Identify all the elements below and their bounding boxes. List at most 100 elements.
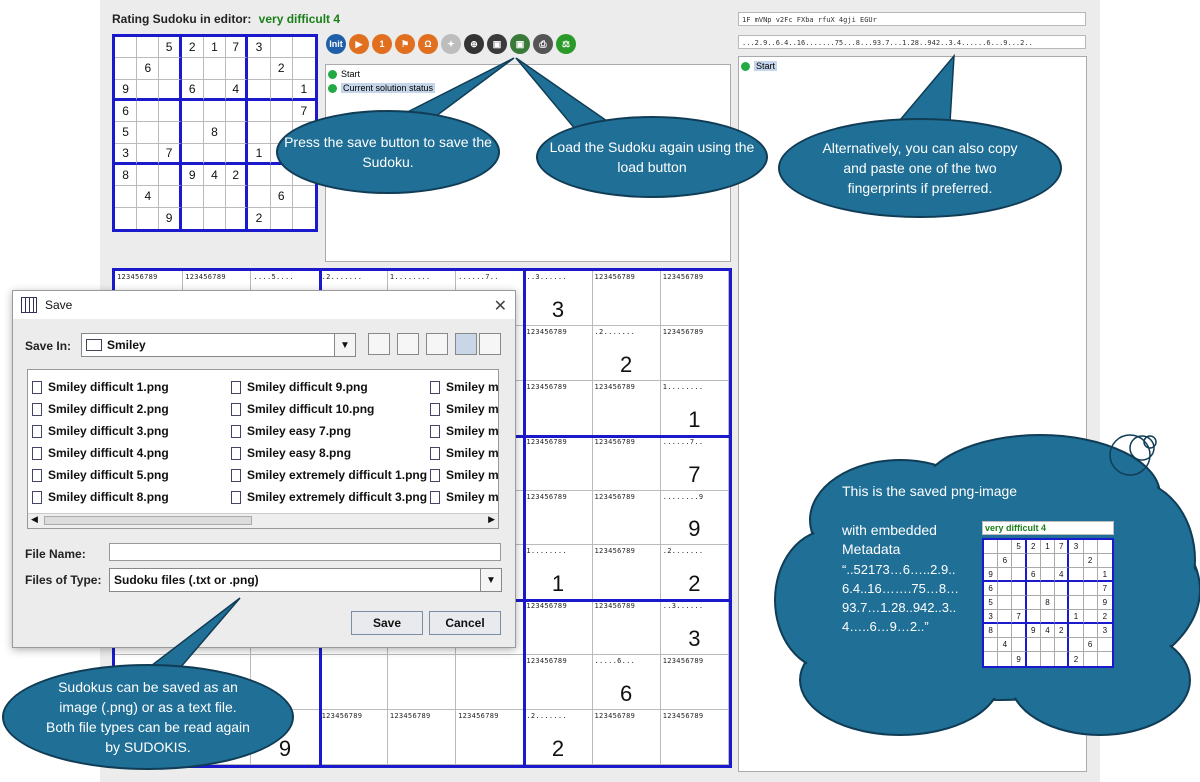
home-button[interactable] <box>397 333 419 355</box>
candidate-cell[interactable]: 123456789 <box>319 710 388 765</box>
editor-cell[interactable] <box>137 37 160 59</box>
scroll-left-icon[interactable]: ◀ <box>31 514 38 525</box>
new-folder-button[interactable] <box>426 333 448 355</box>
editor-cell[interactable] <box>115 37 138 59</box>
file-item[interactable]: Smiley difficult 2.png <box>32 398 169 420</box>
editor-cell[interactable]: 2 <box>270 58 293 80</box>
editor-cell[interactable] <box>248 79 271 101</box>
editor-cell[interactable] <box>203 58 227 80</box>
editor-cell[interactable] <box>181 143 204 165</box>
file-item[interactable]: Smiley difficult 4.png <box>32 442 169 464</box>
editor-cell[interactable] <box>115 58 138 80</box>
candidate-cell[interactable]: 1........ 1 <box>660 380 729 436</box>
editor-cell[interactable] <box>226 186 249 208</box>
file-item[interactable]: Smiley difficult 3.png <box>32 420 169 442</box>
editor-cell[interactable] <box>181 101 204 123</box>
editor-cell[interactable] <box>137 122 160 144</box>
chevron-down-icon[interactable]: ▼ <box>480 569 501 591</box>
editor-cell[interactable]: 4 <box>203 165 227 187</box>
file-item[interactable]: Smiley extremely difficult 1.png <box>231 464 427 486</box>
candidate-cell[interactable]: 1........ 1 <box>524 545 593 601</box>
candidate-cell[interactable]: 123456789 <box>524 325 593 381</box>
fingerprint-tree-item[interactable]: Start <box>739 59 1086 73</box>
file-item[interactable]: Smiley me <box>430 420 498 442</box>
editor-cell[interactable] <box>181 58 204 80</box>
editor-cell[interactable]: 9 <box>181 165 204 187</box>
file-type-combo[interactable]: Sudoku files (.txt or .png) ▼ <box>109 568 502 592</box>
file-name-input[interactable] <box>109 543 501 561</box>
candidate-cell[interactable]: .2....... 2 <box>524 710 593 765</box>
candidate-cell[interactable] <box>319 655 388 711</box>
file-list[interactable]: Smiley me Smiley me Smiley me Smiley me Smil… <box>27 369 499 529</box>
editor-cell[interactable] <box>159 79 182 101</box>
editor-cell[interactable] <box>137 165 160 187</box>
candidate-cell[interactable]: 123456789 <box>592 545 661 601</box>
editor-cell[interactable] <box>181 122 204 144</box>
editor-cell[interactable] <box>203 101 227 123</box>
editor-cell[interactable] <box>226 122 249 144</box>
editor-cell[interactable] <box>270 101 293 123</box>
editor-cell[interactable] <box>159 122 182 144</box>
editor-cell[interactable] <box>204 207 227 229</box>
editor-cell[interactable]: 2 <box>181 37 204 59</box>
editor-cell[interactable] <box>226 101 249 123</box>
init-icon[interactable]: Init <box>326 34 346 54</box>
print-icon[interactable]: ⎙ <box>533 34 553 54</box>
editor-cell[interactable] <box>137 207 160 229</box>
candidate-cell[interactable]: 123456789 <box>660 655 729 711</box>
editor-cell[interactable] <box>181 186 204 208</box>
list-view-button[interactable] <box>455 333 477 355</box>
editor-cell[interactable] <box>159 186 182 208</box>
candidate-cell[interactable]: 123456789 <box>592 380 661 436</box>
editor-cell[interactable]: 2 <box>248 207 271 229</box>
file-item[interactable]: Smiley me <box>430 376 498 398</box>
editor-cell[interactable]: 6 <box>181 79 204 101</box>
file-item[interactable]: Smiley me <box>430 464 498 486</box>
editor-cell[interactable] <box>203 186 227 208</box>
candidate-cell[interactable] <box>456 655 525 711</box>
candidate-cell[interactable]: ........9 9 <box>660 490 729 546</box>
cancel-button[interactable]: Cancel <box>429 611 501 635</box>
editor-cell[interactable] <box>203 79 227 101</box>
play-icon[interactable]: ▶ <box>349 34 369 54</box>
editor-cell[interactable] <box>292 186 315 208</box>
editor-cell[interactable]: 1 <box>248 143 271 165</box>
editor-cell[interactable] <box>226 58 249 80</box>
file-item[interactable]: Smiley easy 8.png <box>231 442 427 464</box>
editor-cell[interactable] <box>248 58 271 80</box>
editor-cell[interactable] <box>270 79 293 101</box>
file-item[interactable]: Smiley me <box>430 398 498 420</box>
editor-cell[interactable] <box>292 58 315 80</box>
file-item[interactable]: Smiley easy 7.png <box>231 420 427 442</box>
globe-icon[interactable]: ⊕ <box>464 34 484 54</box>
editor-cell[interactable]: 7 <box>292 101 315 123</box>
editor-cell[interactable]: 7 <box>226 37 249 59</box>
candidate-cell[interactable]: ..3...... 3 <box>660 600 729 656</box>
candidate-cell[interactable]: 123456789 <box>660 271 729 326</box>
editor-cell[interactable]: 9 <box>159 207 182 229</box>
editor-cell[interactable]: 8 <box>115 165 138 187</box>
candidate-cell[interactable]: 123456789 <box>524 435 593 491</box>
candidate-cell[interactable]: 123456789 <box>592 600 661 656</box>
candidate-cell[interactable]: ..3...... 3 <box>524 271 593 326</box>
candidate-cell[interactable]: 123456789 <box>524 600 593 656</box>
candidate-cell[interactable]: 123456789 <box>592 435 661 491</box>
editor-cell[interactable]: 7 <box>159 143 182 165</box>
candidate-cell[interactable]: 123456789 <box>456 710 525 765</box>
load-icon[interactable]: ▣ <box>510 34 530 54</box>
omega-icon[interactable]: Ω <box>418 34 438 54</box>
editor-cell[interactable]: 6 <box>270 186 293 208</box>
editor-cell[interactable] <box>159 101 182 123</box>
file-item[interactable]: Smiley difficult 5.png <box>32 464 169 486</box>
editor-cell[interactable] <box>137 79 160 101</box>
file-item[interactable]: Smiley difficult 1.png <box>32 376 169 398</box>
editor-cell[interactable]: 8 <box>203 122 227 144</box>
candidate-cell[interactable]: ......7.. 7 <box>660 435 729 491</box>
up-folder-button[interactable] <box>368 333 390 355</box>
editor-cell[interactable] <box>115 207 138 229</box>
candidate-cell[interactable]: 123456789 <box>592 271 661 326</box>
editor-cell[interactable] <box>182 207 204 229</box>
close-icon[interactable]: ✕ <box>494 296 507 316</box>
candidate-cell[interactable]: .2....... 2 <box>660 545 729 601</box>
scale-icon[interactable]: ⚖ <box>556 34 576 54</box>
